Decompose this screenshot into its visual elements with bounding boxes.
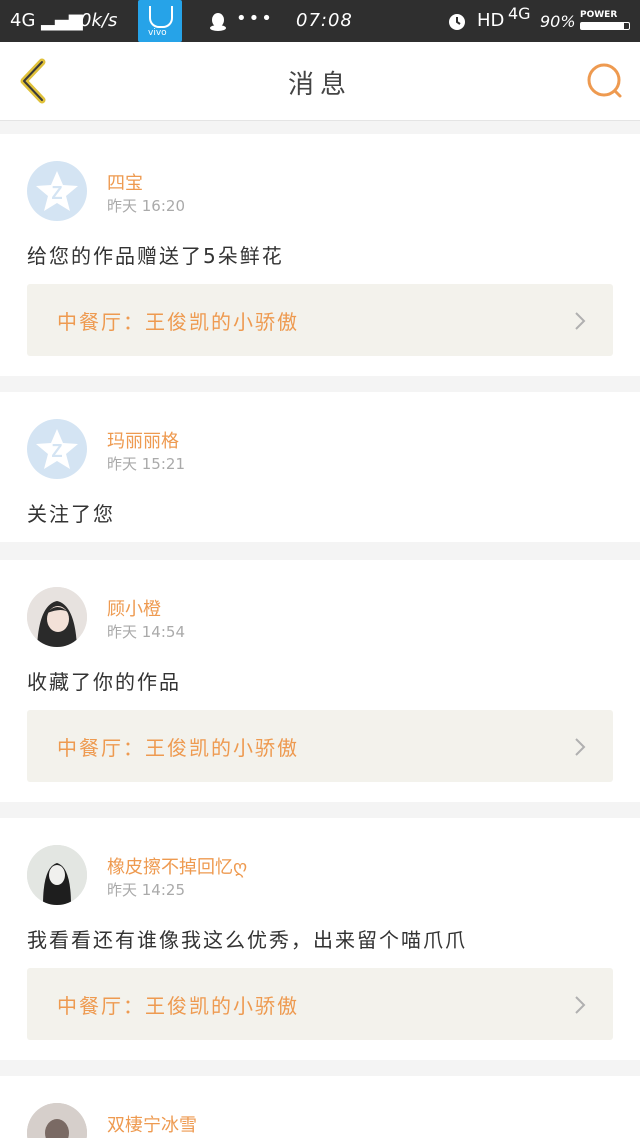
status-bar: 4G ▂▄▆ 0k/s vivo ••• 07:08 HD 4G 90% POW… <box>0 0 640 42</box>
work-title: 中餐厅：王俊凯的小骄傲 <box>57 994 299 1018</box>
message-text: 给您的作品赠送了5朵鲜花 <box>27 244 284 268</box>
message-time: 昨天 15:21 <box>107 455 185 473</box>
work-title: 中餐厅：王俊凯的小骄傲 <box>57 736 299 760</box>
work-link[interactable]: 中餐厅：王俊凯的小骄傲 <box>27 710 613 782</box>
alarm-icon <box>449 14 465 30</box>
message-card: 橡皮擦不掉回忆ღ 昨天 14:25 我看看还有谁像我这么优秀，出来留个喵爪爪 中… <box>0 818 640 1060</box>
username[interactable]: 四宝 <box>107 169 143 195</box>
user-avatar[interactable] <box>27 845 87 905</box>
top-nav-bar: 消息 <box>0 42 640 121</box>
chevron-right-icon <box>575 312 586 330</box>
clock: 07:08 <box>296 10 353 31</box>
message-text: 我看看还有谁像我这么优秀，出来留个喵爪爪 <box>27 928 467 952</box>
battery-level-fill <box>581 23 625 29</box>
message-card: 顾小橙 昨天 14:54 收藏了你的作品 中餐厅：王俊凯的小骄傲 <box>0 560 640 802</box>
battery-icon <box>580 22 630 30</box>
qq-penguin-icon <box>210 13 226 31</box>
message-card: 双棲宁冰雪 <box>0 1076 640 1138</box>
net-speed: 0k/s <box>80 10 118 31</box>
power-label: POWER <box>580 10 618 20</box>
signal-indicator: 4G ▂▄▆ <box>10 10 83 31</box>
message-time: 昨天 14:25 <box>107 881 185 899</box>
message-time: 昨天 16:20 <box>107 197 185 215</box>
user-avatar[interactable] <box>27 1103 87 1138</box>
search-icon[interactable] <box>584 60 626 102</box>
username[interactable]: 玛丽丽格 <box>107 427 179 453</box>
username[interactable]: 顾小橙 <box>107 595 161 621</box>
more-notifications-icon: ••• <box>236 8 274 29</box>
chevron-right-icon <box>575 738 586 756</box>
vivo-label: vivo <box>148 28 167 38</box>
message-text: 关注了您 <box>27 502 115 526</box>
hd-indicator: HD <box>477 10 505 31</box>
work-link[interactable]: 中餐厅：王俊凯的小骄傲 <box>27 284 613 356</box>
username[interactable]: 双棲宁冰雪 <box>107 1111 197 1137</box>
battery-percent: 90% <box>540 12 576 31</box>
network-type: 4G <box>508 4 531 23</box>
default-avatar-icon[interactable]: Z <box>27 161 87 221</box>
user-avatar[interactable] <box>27 587 87 647</box>
default-avatar-icon[interactable]: Z <box>27 419 87 479</box>
chevron-right-icon <box>575 996 586 1014</box>
work-title: 中餐厅：王俊凯的小骄傲 <box>57 310 299 334</box>
work-link[interactable]: 中餐厅：王俊凯的小骄傲 <box>27 968 613 1040</box>
message-card: Z 四宝 昨天 16:20 给您的作品赠送了5朵鲜花 中餐厅：王俊凯的小骄傲 <box>0 134 640 376</box>
signal-bars-icon: ▂▄▆ <box>35 10 83 31</box>
svg-text:Z: Z <box>52 441 63 461</box>
signal-label: 4G <box>10 10 36 31</box>
vivo-store-icon: vivo <box>138 0 182 42</box>
message-time: 昨天 14:54 <box>107 623 185 641</box>
username[interactable]: 橡皮擦不掉回忆ღ <box>107 853 247 879</box>
svg-text:Z: Z <box>52 183 63 203</box>
page-title: 消息 <box>287 70 352 100</box>
message-card: Z 玛丽丽格 昨天 15:21 关注了您 <box>0 392 640 542</box>
message-text: 收藏了你的作品 <box>27 670 181 694</box>
